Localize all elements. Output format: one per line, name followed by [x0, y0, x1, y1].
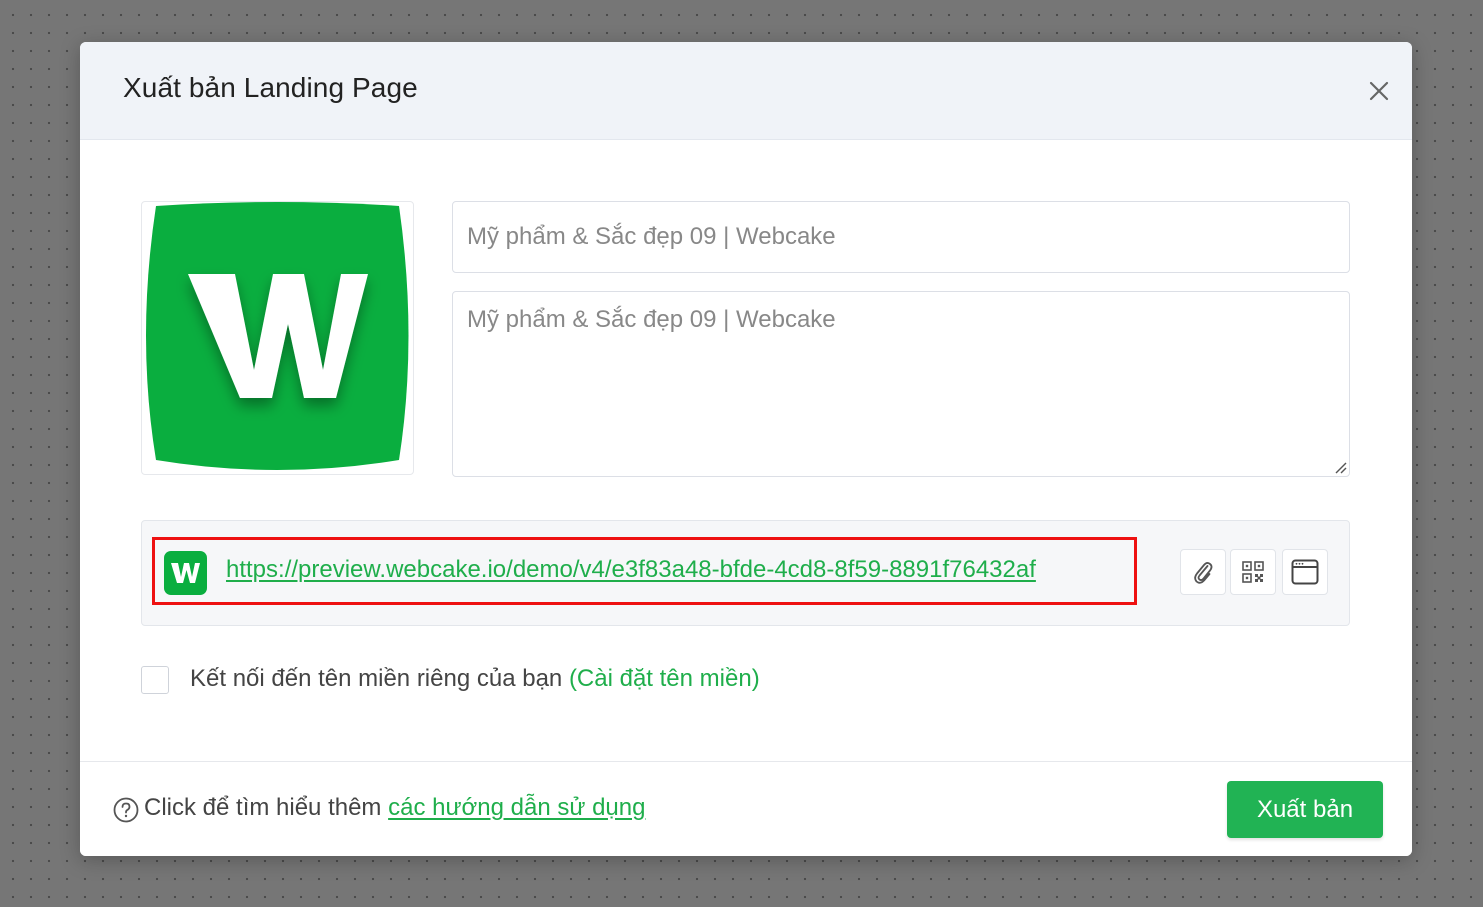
copy-link-button[interactable] [1180, 549, 1226, 595]
page-title-input[interactable]: Mỹ phẩm & Sắc đẹp 09 | Webcake [452, 201, 1350, 273]
webcake-logo [146, 202, 409, 470]
browser-window-icon [1291, 559, 1319, 585]
page-description-text: Mỹ phẩm & Sắc đẹp 09 | Webcake [467, 306, 836, 333]
help-text: Click để tìm hiểu thêm các hướng dẫn sử … [144, 794, 645, 822]
help-circle-icon [113, 797, 139, 823]
page-thumbnail[interactable] [141, 201, 414, 475]
publish-button[interactable]: Xuất bản [1227, 781, 1383, 838]
custom-domain-text: Kết nối đến tên miền riêng của bạn [190, 665, 569, 692]
paperclip-icon [1194, 562, 1213, 584]
open-preview-button[interactable] [1282, 549, 1328, 595]
close-button[interactable] [1366, 78, 1392, 104]
domain-setup-link[interactable]: (Cài đặt tên miền) [569, 665, 760, 692]
modal-title: Xuất bản Landing Page [123, 72, 418, 103]
webcake-small-logo [164, 551, 207, 595]
resize-handle-icon[interactable] [1333, 460, 1347, 474]
custom-domain-label: Kết nối đến tên miền riêng của bạn (Cài … [190, 665, 760, 693]
guide-link[interactable]: các hướng dẫn sử dụng [388, 794, 645, 821]
close-icon [1369, 81, 1389, 101]
page-description-textarea[interactable]: Mỹ phẩm & Sắc đẹp 09 | Webcake [452, 291, 1350, 477]
publish-modal: Xuất bản Landing Page Mỹ phẩm & Sắc đẹp … [80, 42, 1412, 856]
modal-footer: Click để tìm hiểu thêm các hướng dẫn sử … [80, 761, 1412, 856]
preview-url-link[interactable]: https://preview.webcake.io/demo/v4/e3f83… [226, 556, 1036, 584]
modal-header: Xuất bản Landing Page [80, 42, 1412, 140]
webcake-logo-icon [164, 551, 207, 595]
help-prefix: Click để tìm hiểu thêm [144, 794, 389, 821]
qr-code-icon [1242, 561, 1264, 583]
custom-domain-checkbox[interactable] [141, 666, 169, 694]
qr-code-button[interactable] [1230, 549, 1276, 595]
